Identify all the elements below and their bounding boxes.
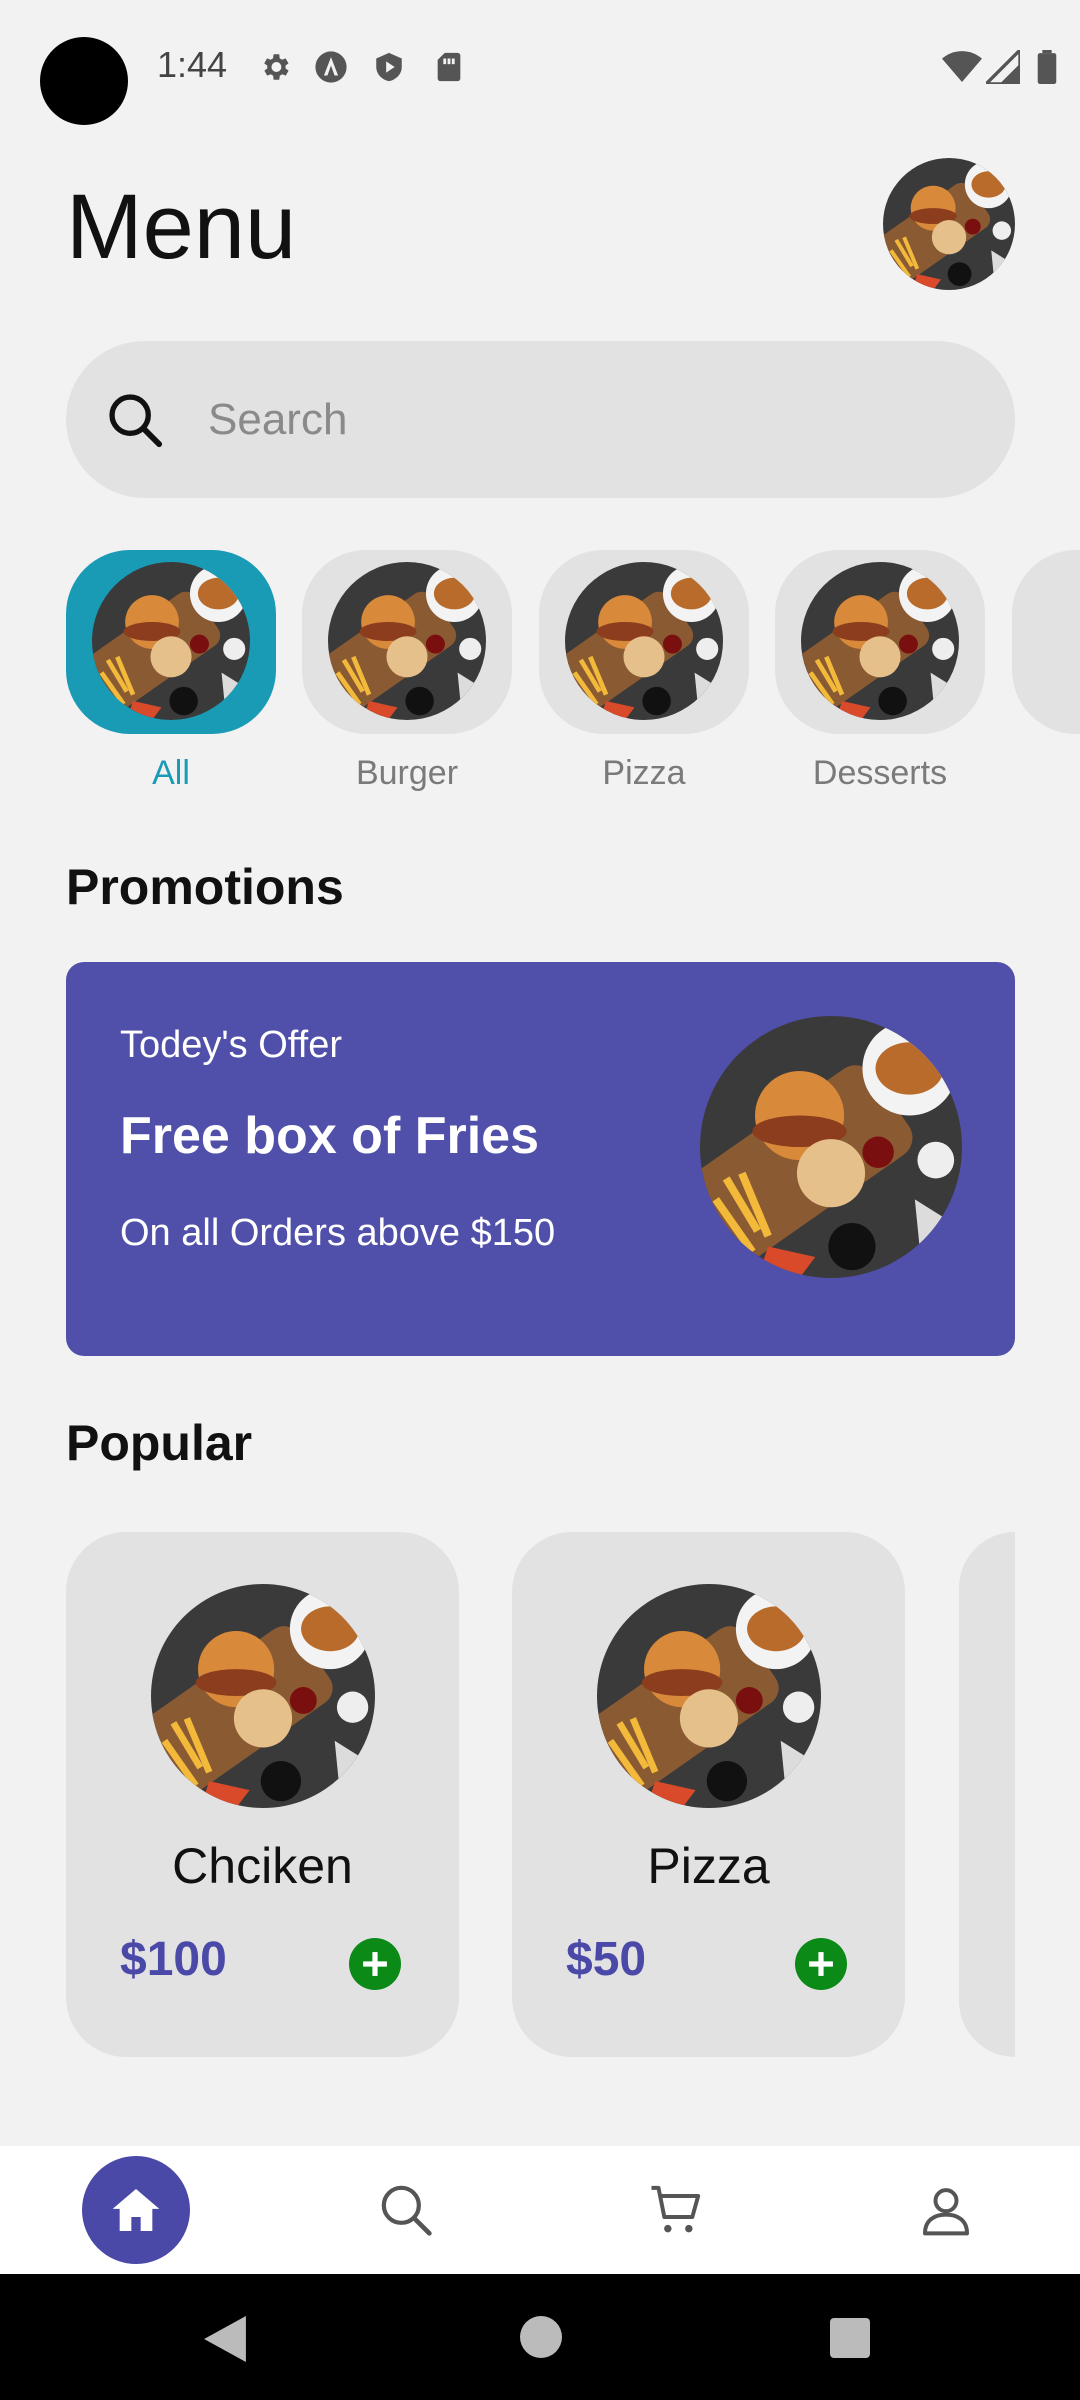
card-image — [151, 1584, 375, 1808]
home-circle-icon[interactable] — [520, 2316, 562, 2358]
card-name: Chciken — [172, 1838, 353, 1894]
card-image — [597, 1584, 821, 1808]
home-icon — [112, 2189, 160, 2231]
shield-play-icon — [376, 52, 402, 82]
category-image — [328, 562, 486, 720]
system-nav-bar — [0, 2274, 1080, 2400]
popular-card-chicken[interactable]: Chciken $100 — [66, 1532, 459, 2057]
search-bar[interactable] — [66, 341, 1015, 498]
category-next-partial[interactable] — [1012, 550, 1080, 734]
category-burger[interactable]: Burger — [302, 550, 512, 793]
settings-icon — [264, 54, 289, 80]
category-pizza[interactable]: Pizza — [539, 550, 749, 793]
popular-card-pizza[interactable]: Pizza $50 — [512, 1532, 905, 2057]
category-label: Desserts — [812, 754, 948, 792]
category-label: All — [152, 754, 190, 792]
profile-icon — [923, 2188, 969, 2236]
popular-card-partial[interactable] — [959, 1532, 1015, 2057]
avatar[interactable] — [883, 158, 1015, 290]
adb-icon — [315, 51, 347, 83]
sim-card-icon — [437, 52, 461, 82]
wifi-icon — [942, 51, 982, 82]
category-label: Pizza — [602, 754, 686, 792]
nav-home[interactable] — [82, 2156, 190, 2264]
status-bar: 1:44 — [0, 0, 1080, 135]
add-to-cart-button[interactable] — [795, 1938, 847, 1990]
signal-icon — [986, 50, 1020, 84]
plus-icon — [809, 1952, 833, 1976]
search-input[interactable] — [208, 381, 968, 459]
category-chip[interactable] — [775, 550, 985, 734]
recents-icon[interactable] — [830, 2318, 870, 2358]
promo-banner[interactable]: Todey's Offer Free box of Fries On all O… — [66, 962, 1015, 1356]
plus-icon — [363, 1952, 387, 1976]
promo-image — [700, 1016, 962, 1278]
nav-search[interactable] — [352, 2156, 460, 2264]
cart-icon — [651, 2185, 701, 2233]
promotions-title: Promotions — [66, 859, 344, 915]
add-to-cart-button[interactable] — [349, 1938, 401, 1990]
card-name: Pizza — [647, 1838, 770, 1894]
promo-title: Free box of Fries — [120, 1107, 539, 1165]
category-chip[interactable] — [302, 550, 512, 734]
search-icon — [109, 394, 163, 448]
search-icon — [381, 2185, 432, 2236]
category-chip[interactable] — [66, 550, 276, 734]
popular-title: Popular — [66, 1415, 253, 1471]
bottom-nav — [0, 2146, 1080, 2274]
category-image — [801, 562, 959, 720]
category-desserts[interactable]: Desserts — [775, 550, 985, 793]
promo-subtitle: Todey's Offer — [120, 1024, 342, 1066]
battery-icon — [1037, 50, 1057, 84]
status-time: 1:44 — [157, 44, 228, 85]
avatar-image — [883, 158, 1015, 290]
category-image — [92, 562, 250, 720]
category-label: Burger — [355, 754, 459, 792]
category-all[interactable]: All — [66, 550, 276, 793]
nav-cart[interactable] — [622, 2156, 730, 2264]
card-price: $50 — [566, 1933, 647, 1986]
page-title: Menu — [66, 176, 297, 278]
nav-profile[interactable] — [892, 2156, 1000, 2264]
camera-cutout — [40, 37, 128, 125]
category-chip[interactable] — [539, 550, 749, 734]
promo-description: On all Orders above $150 — [120, 1212, 556, 1254]
back-icon[interactable] — [204, 2316, 246, 2362]
category-image — [565, 562, 723, 720]
card-price: $100 — [120, 1933, 227, 1986]
